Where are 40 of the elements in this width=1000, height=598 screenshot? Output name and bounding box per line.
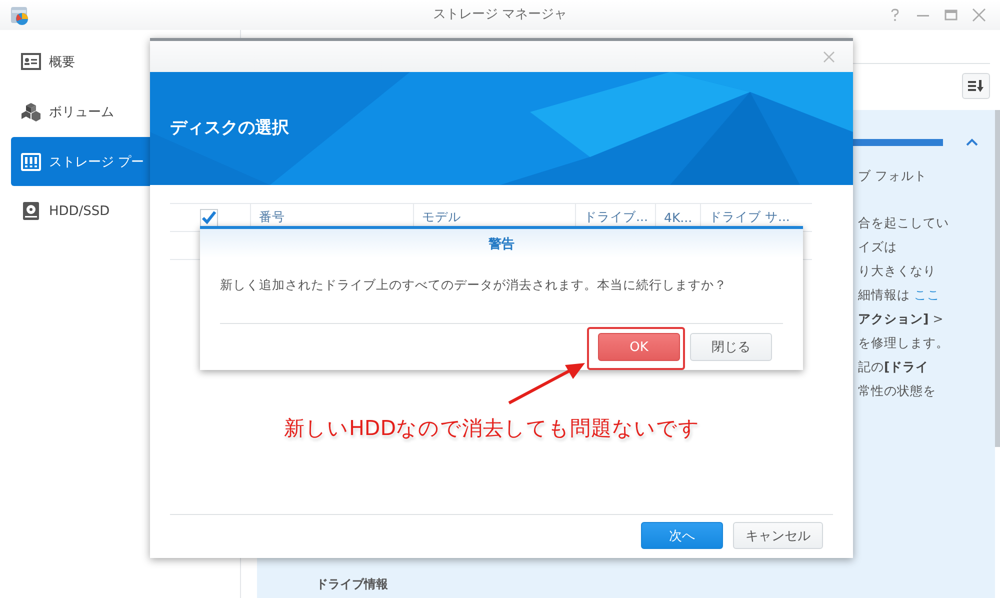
description-text: アクション] >: [858, 311, 944, 326]
id-card-icon: [21, 52, 41, 72]
sidebar-item[interactable]: ストレージ プー: [11, 137, 150, 186]
section-heading: ドライブ情報: [316, 576, 388, 593]
window-title: ストレージ マネージャ: [432, 6, 568, 24]
maximize-icon[interactable]: [944, 8, 958, 22]
column-header[interactable]: ドライブ サ...: [709, 209, 790, 226]
column-header[interactable]: モデル: [422, 209, 461, 226]
column-header[interactable]: 番号: [259, 209, 285, 226]
description-text: ブ フォルト: [858, 168, 927, 183]
cubes-icon: [21, 102, 41, 122]
sidebar-item[interactable]: ボリューム: [11, 87, 150, 137]
close-button[interactable]: 閉じる: [690, 333, 772, 361]
chevron-up-icon[interactable]: [965, 137, 979, 147]
next-button[interactable]: 次へ: [641, 522, 723, 549]
close-icon[interactable]: [972, 8, 986, 22]
alert-message: 新しく追加されたドライブ上のすべてのデータが消去されます。本当に続行しますか？: [219, 276, 728, 294]
sidebar-item[interactable]: HDD/SSD: [11, 186, 150, 236]
description-text: り大きくなり: [858, 263, 936, 278]
description-text: 常性の状態を: [858, 383, 936, 398]
description-text: を修理します。: [858, 335, 949, 350]
description-text: 記の[ドライ: [858, 359, 929, 374]
cancel-button[interactable]: キャンセル: [733, 522, 823, 549]
ok-button[interactable]: OK: [598, 333, 680, 361]
sort-icon: [968, 79, 984, 93]
drive-bay-icon: [21, 152, 41, 172]
description-text: イズは: [858, 239, 897, 254]
sidebar-item[interactable]: 概要: [11, 37, 150, 87]
alert-title: 警告: [488, 236, 514, 252]
link[interactable]: ここ: [914, 287, 940, 302]
close-icon[interactable]: [823, 50, 835, 62]
checkbox-checked-icon[interactable]: [200, 208, 218, 226]
description-text: 合を起こしてい: [858, 215, 949, 230]
dialog-title: ディスクの選択: [170, 117, 289, 140]
annotation-text: 新しいHDDなので消去しても問題ないです: [284, 415, 700, 442]
description-text: 細情報は: [858, 287, 910, 302]
app-icon: [9, 4, 31, 26]
sort-button[interactable]: [962, 73, 990, 99]
column-header[interactable]: 4K...: [664, 210, 692, 225]
column-header[interactable]: ドライブ...: [584, 209, 648, 226]
